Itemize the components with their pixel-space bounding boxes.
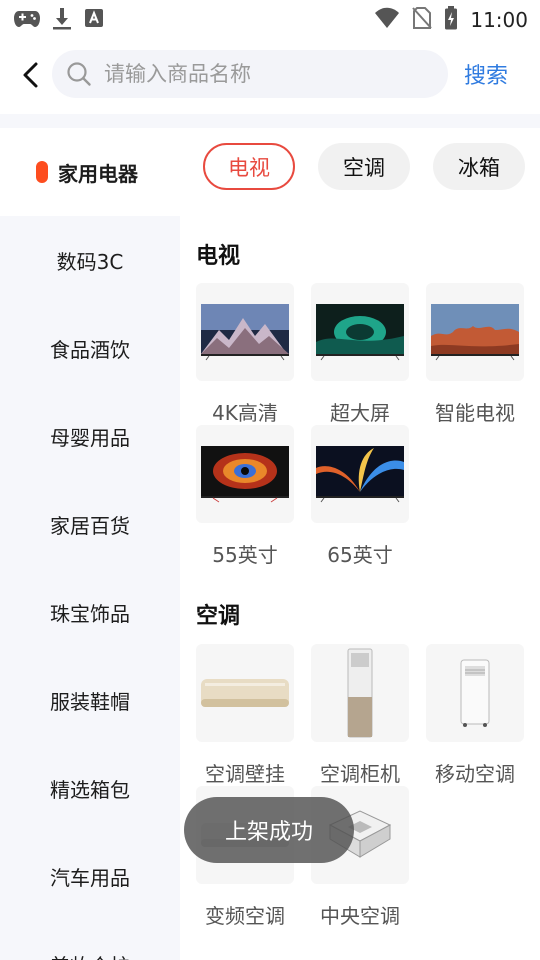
active-indicator	[36, 161, 48, 183]
no-sim-icon	[412, 6, 433, 34]
clock-time: 11:00	[470, 8, 528, 32]
ac-portable-image	[426, 644, 524, 742]
tile-label: 智能电视	[435, 401, 515, 425]
product-tile[interactable]: 65英寸	[311, 425, 409, 568]
tile-label: 4K高清	[212, 401, 278, 425]
status-bar: 11:00	[0, 0, 540, 36]
chip-fridge[interactable]: 冰箱	[433, 143, 525, 190]
product-tile[interactable]: 4K高清	[196, 283, 294, 426]
font-a-icon	[84, 8, 104, 32]
product-tile[interactable]: 超大屏	[311, 283, 409, 426]
sidebar-item-label: 数码3C	[56, 249, 124, 274]
sidebar-item-bags[interactable]: 精选箱包	[0, 744, 180, 832]
ac-wall-image	[196, 644, 294, 742]
search-icon	[66, 61, 92, 91]
sidebar-item-label: 母婴用品	[50, 425, 130, 450]
tile-label: 中央空调	[320, 904, 400, 928]
sidebar-item-label: 服装鞋帽	[50, 689, 130, 714]
sidebar-item-label: 家居百货	[50, 513, 130, 538]
top-bar: 搜索	[0, 36, 540, 114]
wifi-icon	[374, 7, 400, 33]
chip-tv[interactable]: 电视	[203, 143, 295, 190]
tile-label: 超大屏	[330, 401, 390, 425]
sidebar-item-food[interactable]: 食品酒饮	[0, 304, 180, 392]
section-title-tv: 电视	[196, 244, 241, 269]
product-tile[interactable]: 移动空调	[426, 644, 524, 787]
download-icon	[52, 6, 72, 34]
status-right-icons: 11:00	[374, 6, 528, 34]
sidebar-item-label: 汽车用品	[50, 865, 130, 890]
back-button[interactable]	[14, 58, 48, 92]
sidebar-item-baby[interactable]: 母婴用品	[0, 392, 180, 480]
sidebar-item-auto[interactable]: 汽车用品	[0, 832, 180, 920]
section-title-ac: 空调	[196, 604, 241, 629]
toast-message: 上架成功	[184, 797, 354, 863]
sidebar-item-jewelry[interactable]: 珠宝饰品	[0, 568, 180, 656]
category-sidebar: 家用电器 数码3C 食品酒饮 母婴用品 家居百货 珠宝饰品 服装鞋帽 精选箱包 …	[0, 128, 180, 960]
tile-label: 空调柜机	[320, 762, 400, 786]
header-divider	[0, 114, 540, 128]
gamepad-icon	[14, 8, 40, 32]
search-input[interactable]	[104, 50, 434, 98]
tv-smart-image	[426, 283, 524, 381]
product-tile[interactable]: 55英寸	[196, 425, 294, 568]
sidebar-item-label: 珠宝饰品	[50, 601, 130, 626]
tile-label: 移动空调	[435, 762, 515, 786]
sidebar-item-apparel[interactable]: 服装鞋帽	[0, 656, 180, 744]
product-tile[interactable]: 智能电视	[426, 283, 524, 426]
search-box[interactable]	[52, 50, 448, 98]
sidebar-item-beauty[interactable]: 美妆个护	[0, 920, 180, 960]
product-tile[interactable]: 空调壁挂	[196, 644, 294, 787]
tile-label: 变频空调	[205, 904, 285, 928]
sidebar-item-appliances[interactable]: 家用电器	[0, 128, 180, 216]
tv-large-screen-image	[311, 283, 409, 381]
sidebar-item-label: 家用电器	[58, 161, 138, 186]
sidebar-item-label: 美妆个护	[50, 950, 130, 960]
sidebar-item-digital[interactable]: 数码3C	[0, 216, 180, 304]
ac-cabinet-image	[311, 644, 409, 742]
product-tile[interactable]: 空调柜机	[311, 644, 409, 787]
tile-label: 空调壁挂	[205, 762, 285, 786]
status-left-icons	[14, 6, 104, 34]
sidebar-item-home[interactable]: 家居百货	[0, 480, 180, 568]
tv-4k-image	[196, 283, 294, 381]
tv-55-image	[196, 425, 294, 523]
sidebar-item-label: 精选箱包	[50, 777, 130, 802]
battery-charging-icon	[444, 6, 458, 34]
chip-ac[interactable]: 空调	[318, 143, 410, 190]
sidebar-item-label: 食品酒饮	[50, 337, 130, 362]
tile-label: 55英寸	[212, 543, 278, 567]
chevron-left-icon	[23, 62, 38, 88]
tile-label: 65英寸	[327, 543, 393, 567]
search-button[interactable]: 搜索	[464, 58, 508, 90]
tv-65-image	[311, 425, 409, 523]
